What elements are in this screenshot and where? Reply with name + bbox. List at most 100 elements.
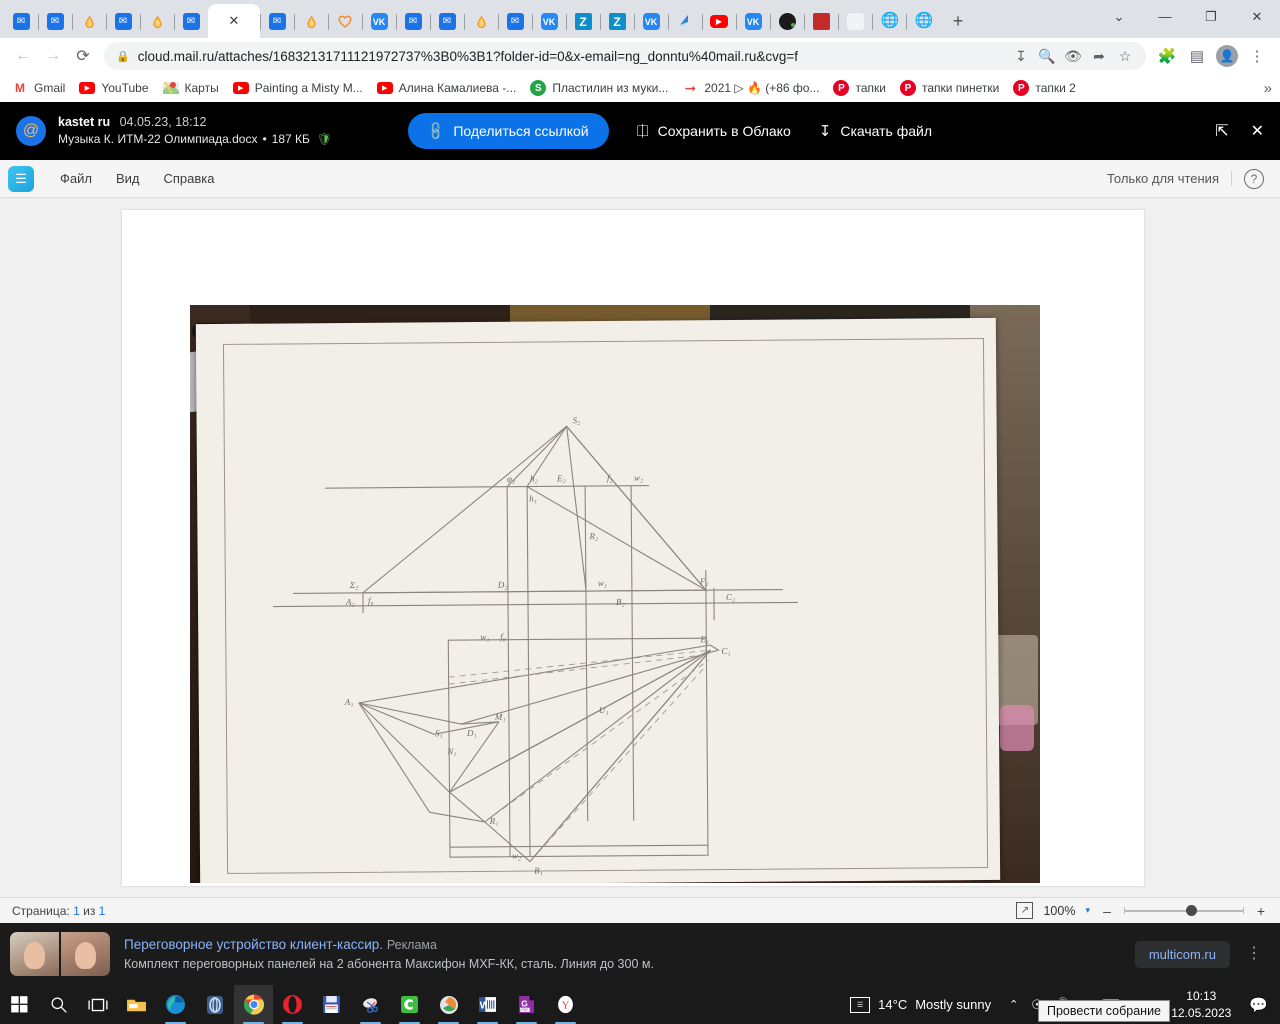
tab-2[interactable] [72,5,106,38]
advertisement-banner[interactable]: Переговорное устройство клиент-кассир. Р… [0,923,1280,985]
minimize-button[interactable]: — [1142,1,1188,33]
address-bar[interactable]: 🔒 cloud.mail.ru/attaches/168321317111219… [104,42,1146,70]
bookmark-item[interactable]: ➞2021 ▷ 🔥 (+86 фо... [678,78,827,98]
tab-17[interactable]: Z [600,5,634,38]
microsoft-word[interactable]: W [468,985,507,1024]
tab-11[interactable]: ✉ [396,5,430,38]
tab-13[interactable] [464,5,498,38]
bookmark-item[interactable]: ▶YouTube [75,79,156,97]
tab-14[interactable]: ✉ [498,5,532,38]
zoom-out-button[interactable]: – [1100,903,1114,919]
forward-button[interactable]: → [38,41,68,71]
zoom-out-icon[interactable]: 🔍 [1034,43,1060,69]
tab-26[interactable]: 🌐 [906,5,940,38]
clock[interactable]: 10:13 12.05.2023 [1161,988,1241,1020]
fit-page-icon[interactable]: ↗ [1016,902,1033,919]
download-file-button[interactable]: ↧ Скачать файл [819,122,932,140]
zoom-in-button[interactable]: + [1254,903,1268,919]
youtube-icon: ▶ [377,82,393,94]
reload-button[interactable]: ⟳ [68,41,98,71]
tab-9[interactable] [328,5,362,38]
bookmark-item[interactable]: Карты [159,78,227,98]
eye-slash-icon[interactable]: 👁 [1060,43,1086,69]
profile-avatar[interactable]: 👤 [1212,41,1242,71]
zoom-level[interactable]: 100% [1043,904,1075,918]
svg-text:E₁: E₁ [699,634,709,644]
menu-file[interactable]: Файл [48,167,104,190]
tab-18[interactable]: VK [634,5,668,38]
tray-expand-icon[interactable]: ⌃ [1001,998,1026,1011]
tab-25[interactable]: 🌐 [872,5,906,38]
zoom-slider[interactable] [1124,904,1244,918]
microsoft-edge[interactable] [156,985,195,1024]
tab-3[interactable]: ✉ [106,5,140,38]
tab-23[interactable] [804,5,838,38]
save-to-cloud-button[interactable]: ⎅ Сохранить в Облако [637,123,791,140]
close-viewer-icon[interactable]: ✕ [1251,121,1264,141]
bookmark-item[interactable]: ▶Алина Камалиева -... [373,79,525,97]
document-canvas[interactable]: S₂ φ₂ h₂ E₂ f₂ w₂ h₁ R₂ Σ₂ A₂ f₀ D₂ [0,198,1280,897]
tab-24[interactable] [838,5,872,38]
bookmark-item[interactable]: Pтапки 2 [1009,78,1084,98]
file-explorer[interactable] [117,985,156,1024]
calendar-app[interactable] [312,985,351,1024]
side-panel-icon[interactable]: ▤ [1182,41,1212,71]
zoom-slider-handle[interactable] [1186,905,1197,916]
bookmark-item[interactable]: Pтапки [829,78,894,98]
tab-close-icon[interactable]: ✕ [226,13,243,30]
tab-10[interactable]: VK [362,5,396,38]
ad-site-button[interactable]: multicom.ru [1135,941,1230,968]
paint-app[interactable] [429,985,468,1024]
tab-4[interactable] [140,5,174,38]
back-button[interactable]: ← [8,41,38,71]
ad-label: Реклама [387,938,437,952]
tab-0[interactable]: ✉ [4,5,38,38]
tab-5[interactable]: ✉ [174,5,208,38]
bookmark-item[interactable]: MGmail [8,78,73,98]
maximize-button[interactable]: ❐ [1188,1,1234,33]
tab-15[interactable]: VK [532,5,566,38]
task-view-button[interactable] [78,985,117,1024]
tab-12[interactable]: ✉ [430,5,464,38]
help-icon[interactable]: ? [1244,169,1264,189]
new-tab-button[interactable]: + [944,7,972,35]
expand-icon[interactable]: ⇱ [1215,121,1228,141]
blue-app[interactable] [195,985,234,1024]
weather-widget[interactable]: ☰ 14°C Mostly sunny [840,997,1001,1013]
active-tab[interactable]: ✕ [208,4,260,38]
tab-8[interactable] [294,5,328,38]
search-button[interactable] [39,985,78,1024]
menu-view[interactable]: Вид [104,167,152,190]
tab-20[interactable]: ▶ [702,5,736,38]
google-chrome[interactable] [234,985,273,1024]
install-icon[interactable]: ↧ [1008,43,1034,69]
tab-search-icon[interactable]: ⌄ [1096,1,1142,33]
tab-21[interactable]: VK [736,5,770,38]
tab-19[interactable] [668,5,702,38]
share-icon[interactable]: ➦ [1086,43,1112,69]
menu-help[interactable]: Справка [152,167,227,190]
start-button[interactable] [0,985,39,1024]
ad-title[interactable]: Переговорное устройство клиент-кассир. [124,937,383,952]
more-vertical-icon[interactable]: ⋮ [1238,946,1270,962]
tab-7[interactable]: ✉ [260,5,294,38]
star-icon[interactable]: ☆ [1112,43,1138,69]
notifications-icon[interactable]: 💬 [1241,996,1276,1014]
bookmarks-overflow-icon[interactable]: » [1264,80,1272,97]
yandex-browser[interactable]: Y [546,985,585,1024]
bookmark-item[interactable]: ▶Painting a Misty M... [229,79,371,97]
snipping-tool[interactable] [351,985,390,1024]
tab-1[interactable]: ✉ [38,5,72,38]
bookmark-item[interactable]: Pтапки пинетки [896,78,1007,98]
chevron-down-icon[interactable]: ▾ [1085,905,1090,916]
extensions-icon[interactable]: 🧩 [1152,41,1182,71]
tab-22[interactable] [770,5,804,38]
opera-browser[interactable] [273,985,312,1024]
green-app[interactable] [390,985,429,1024]
pdf-app[interactable]: GPDF [507,985,546,1024]
tab-16[interactable]: Z [566,5,600,38]
share-link-button[interactable]: 🔗 Поделиться ссылкой [408,113,609,149]
close-window-button[interactable]: ✕ [1234,1,1280,33]
bookmark-item[interactable]: SПластилин из муки... [526,78,676,98]
chrome-menu-icon[interactable]: ⋮ [1242,41,1272,71]
